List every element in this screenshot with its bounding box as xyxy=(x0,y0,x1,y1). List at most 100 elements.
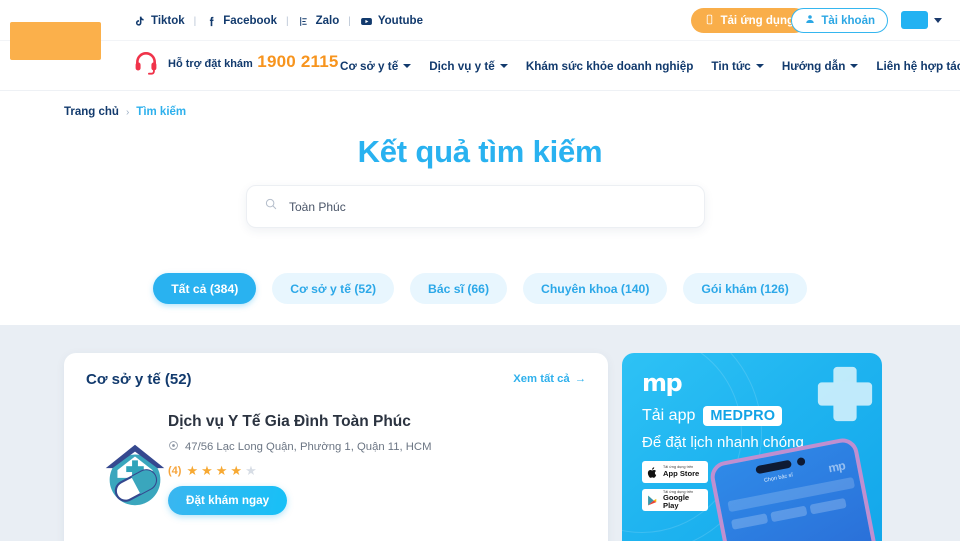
social-separator: | xyxy=(285,15,289,27)
content-area: Cơ sở y tế (52) Xem tất cả → Dịch vụ Y T… xyxy=(0,325,960,541)
nav-label: Hướng dẫn xyxy=(781,59,846,73)
download-app-label: Tải ứng dụng xyxy=(720,14,794,27)
medpro-logo: mp xyxy=(642,369,683,397)
account-label: Tài khoản xyxy=(821,14,875,27)
page-root: Tiktok | Facebook | Zalo | Youtube Tải ứ… xyxy=(0,0,960,541)
see-all-label: Xem tất cả xyxy=(513,373,570,385)
nav-label: Dịch vụ y tế xyxy=(429,59,495,73)
google-play-name: Google Play xyxy=(663,493,690,510)
banner-line-2: Để đặt lịch nhanh chóng xyxy=(642,434,804,451)
nav-item-huong-dan[interactable]: Hướng dẫn xyxy=(782,60,859,73)
breadcrumb-separator: › xyxy=(125,106,130,118)
filter-chip-tat-ca[interactable]: Tất cả (384) xyxy=(153,273,257,304)
promo-banner[interactable]: mp Tải app MEDPRO Để đặt lịch nhanh chón… xyxy=(622,353,882,541)
page-title: Kết quả tìm kiếm xyxy=(357,134,603,169)
zalo-icon xyxy=(298,15,311,28)
site-logo[interactable] xyxy=(10,22,101,60)
top-bar: Tiktok | Facebook | Zalo | Youtube Tải ứ… xyxy=(0,0,960,41)
social-link-facebook[interactable]: Facebook xyxy=(205,15,277,28)
nav-item-dich-vu-y-te[interactable]: Dịch vụ y tế xyxy=(429,60,508,73)
filter-chip-chuyen-khoa[interactable]: Chuyên khoa (140) xyxy=(523,273,668,304)
arrow-right-icon: → xyxy=(574,373,586,385)
results-card-header: Cơ sở y tế (52) Xem tất cả → xyxy=(64,353,608,405)
nav-label: Liên hệ hợp tác xyxy=(876,59,960,73)
nav-label: Tin tức xyxy=(711,59,751,73)
social-link-zalo[interactable]: Zalo xyxy=(298,15,340,28)
phone-watermark-logo: mp xyxy=(827,458,846,476)
chevron-down-icon xyxy=(403,64,412,68)
store-badges: Tải ứng dụng trên App Store Tải ứng dụng… xyxy=(642,461,708,511)
chevron-down-icon xyxy=(934,17,942,23)
headset-icon xyxy=(133,49,159,75)
result-item[interactable]: Dịch vụ Y Tế Gia Đình Toàn Phúc 47/56 Lạ… xyxy=(64,407,608,537)
chevron-down-icon xyxy=(499,64,508,68)
see-all-link[interactable]: Xem tất cả → xyxy=(513,373,586,385)
app-store-badge[interactable]: Tải ứng dụng trên App Store xyxy=(642,461,708,483)
social-label-youtube: Youtube xyxy=(377,15,423,27)
hotline-number: 1900 2115 xyxy=(257,52,339,71)
main-header: Hỗ trợ đặt khám 1900 2115 Cơ sở y tế Dịc… xyxy=(0,41,960,91)
results-card: Cơ sở y tế (52) Xem tất cả → Dịch vụ Y T… xyxy=(64,353,608,541)
nav-item-co-so-y-te[interactable]: Cơ sở y tế xyxy=(340,60,412,73)
nav-label: Khám sức khỏe doanh nghiệp xyxy=(525,59,694,73)
app-store-name: App Store xyxy=(663,469,700,478)
social-separator: | xyxy=(348,15,351,27)
rating: (4) ★ ★ ★ ★ ★ xyxy=(168,464,257,477)
language-flag-icon xyxy=(901,11,928,29)
star-icon: ★ xyxy=(186,463,199,478)
facility-logo xyxy=(96,435,174,513)
mobile-icon xyxy=(704,14,715,28)
breadcrumb-current[interactable]: Tìm kiếm xyxy=(136,106,186,118)
facility-name: Dịch vụ Y Tế Gia Đình Toàn Phúc xyxy=(168,413,411,430)
social-label-tiktok: Tiktok xyxy=(151,15,185,27)
facility-address: 47/56 Lạc Long Quận, Phường 1, Quận 11, … xyxy=(168,440,432,454)
filter-chip-bac-si[interactable]: Bác sĩ (66) xyxy=(410,273,508,304)
main-nav: Cơ sở y tế Dịch vụ y tế Khám sức khỏe do… xyxy=(340,41,960,91)
account-button[interactable]: Tài khoản xyxy=(791,8,888,33)
breadcrumb-home[interactable]: Trang chủ xyxy=(64,106,119,118)
nav-item-tin-tuc[interactable]: Tin tức xyxy=(711,59,764,73)
google-play-badge[interactable]: Tải ứng dụng trên Google Play xyxy=(642,489,708,511)
breadcrumb: Trang chủ › Tìm kiếm xyxy=(64,106,186,118)
medical-cross-icon xyxy=(814,363,876,425)
google-play-icon xyxy=(646,494,659,507)
download-app-button[interactable]: Tải ứng dụng xyxy=(690,8,807,33)
phone-screen-chip xyxy=(809,497,847,515)
filter-bar: Tất cả (384) Cơ sở y tế (52) Bác sĩ (66)… xyxy=(0,252,960,325)
social-link-youtube[interactable]: Youtube xyxy=(360,15,423,28)
chevron-down-icon xyxy=(755,64,764,68)
search-input[interactable] xyxy=(289,199,687,214)
star-icon: ★ xyxy=(230,463,243,478)
search-bar[interactable] xyxy=(246,185,705,228)
filter-chip-list: Tất cả (384) Cơ sở y tế (52) Bác sĩ (66)… xyxy=(0,252,960,325)
facility-address-text: 47/56 Lạc Long Quận, Phường 1, Quận 11, … xyxy=(185,441,432,453)
chevron-down-icon xyxy=(850,64,859,68)
user-icon xyxy=(804,13,816,28)
hotline-label: Hỗ trợ đặt khám xyxy=(168,58,253,70)
apple-icon xyxy=(646,466,659,479)
phone-screen-title: Chọn bác sĩ xyxy=(763,472,794,484)
nav-item-lien-he-hop-tac[interactable]: Liên hệ hợp tác xyxy=(876,60,960,73)
star-icon: ★ xyxy=(201,463,213,478)
phone-screen-chip xyxy=(730,513,769,530)
phone-screen-chip xyxy=(770,505,808,523)
star-icon: ★ xyxy=(215,463,228,478)
language-selector[interactable] xyxy=(901,11,942,29)
star-icon-empty: ★ xyxy=(245,463,257,478)
social-label-zalo: Zalo xyxy=(315,15,340,27)
tiktok-icon xyxy=(133,15,146,28)
social-label-facebook: Facebook xyxy=(223,15,277,27)
search-icon xyxy=(264,197,278,216)
filter-chip-goi-kham[interactable]: Gói khám (126) xyxy=(683,273,807,304)
hotline-block[interactable]: Hỗ trợ đặt khám 1900 2115 xyxy=(133,49,339,75)
results-card-title: Cơ sở y tế (52) xyxy=(86,370,192,388)
filter-chip-co-so-y-te[interactable]: Cơ sở y tế (52) xyxy=(272,273,395,304)
banner-line-1: Tải app MEDPRO xyxy=(642,406,783,426)
social-separator: | xyxy=(193,15,197,27)
book-appointment-button[interactable]: Đặt khám ngay xyxy=(168,486,288,515)
social-links: Tiktok | Facebook | Zalo | Youtube xyxy=(133,12,423,30)
facebook-icon xyxy=(205,15,218,28)
youtube-icon xyxy=(360,15,373,28)
social-link-tiktok[interactable]: Tiktok xyxy=(133,15,185,28)
nav-item-kham-suc-khoe-doanh-nghiep[interactable]: Khám sức khỏe doanh nghiệp xyxy=(526,60,694,73)
